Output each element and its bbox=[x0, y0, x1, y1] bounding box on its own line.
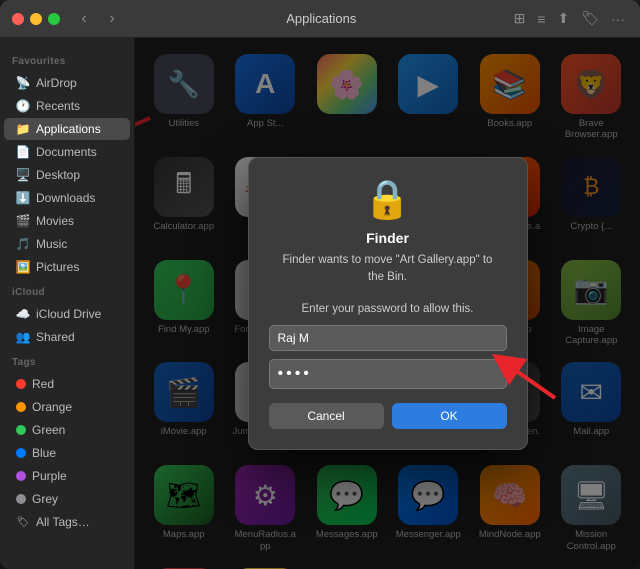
sidebar-item-downloads[interactable]: ⬇️ Downloads bbox=[4, 187, 130, 209]
desktop-icon: 🖥️ bbox=[16, 168, 30, 182]
sidebar-item-tag-blue[interactable]: Blue bbox=[4, 442, 130, 464]
maximize-button[interactable] bbox=[48, 13, 60, 25]
icloud-label: iCloud bbox=[0, 279, 134, 302]
content-area: 🔧 Utilities A App St... 🌸 ▶ 📚 Boo bbox=[135, 38, 640, 569]
downloads-label: Downloads bbox=[36, 191, 95, 205]
lock-icon: 🔒 bbox=[364, 178, 411, 222]
tag-green-label: Green bbox=[32, 423, 65, 437]
more-icon[interactable]: ··· bbox=[608, 8, 628, 30]
ok-button[interactable]: OK bbox=[392, 403, 507, 429]
tag-red-label: Red bbox=[32, 377, 54, 391]
sidebar-item-tag-all[interactable]: 🏷 All Tags… bbox=[4, 511, 130, 533]
sidebar-item-pictures[interactable]: 🖼️ Pictures bbox=[4, 256, 130, 278]
finder-window: ‹ › Applications ⊞ ≡ ⬆ 🏷 ··· Favourites … bbox=[0, 0, 640, 569]
airdrop-icon: 📡 bbox=[16, 76, 30, 90]
tag-grey-label: Grey bbox=[32, 492, 58, 506]
sidebar: Favourites 📡 AirDrop 🕐 Recents 📁 Applica… bbox=[0, 38, 135, 569]
documents-label: Documents bbox=[36, 145, 97, 159]
share-icon[interactable]: ⬆ bbox=[554, 7, 572, 30]
desktop-label: Desktop bbox=[36, 168, 80, 182]
tag-green-dot bbox=[16, 425, 26, 435]
airdrop-label: AirDrop bbox=[36, 76, 77, 90]
downloads-icon: ⬇️ bbox=[16, 191, 30, 205]
window-title: Applications bbox=[132, 11, 511, 26]
tag-purple-label: Purple bbox=[32, 469, 67, 483]
tag-icon[interactable]: 🏷 bbox=[578, 7, 602, 30]
shared-icon: 👥 bbox=[16, 330, 30, 344]
applications-label: Applications bbox=[36, 122, 101, 136]
sidebar-item-tag-red[interactable]: Red bbox=[4, 373, 130, 395]
sidebar-item-desktop[interactable]: 🖥️ Desktop bbox=[4, 164, 130, 186]
traffic-lights bbox=[12, 13, 60, 25]
sidebar-item-music[interactable]: 🎵 Music bbox=[4, 233, 130, 255]
tag-orange-dot bbox=[16, 402, 26, 412]
sidebar-item-icloud-drive[interactable]: ☁️ iCloud Drive bbox=[4, 303, 130, 325]
username-input[interactable] bbox=[269, 325, 507, 351]
minimize-button[interactable] bbox=[30, 13, 42, 25]
back-button[interactable]: ‹ bbox=[72, 7, 96, 31]
auth-modal: 🔒 Finder Finder wants to move "Art Galle… bbox=[248, 157, 528, 449]
view-icon[interactable]: ⊞ bbox=[511, 7, 529, 30]
modal-buttons: Cancel OK bbox=[269, 403, 507, 429]
documents-icon: 📄 bbox=[16, 145, 30, 159]
sidebar-item-applications[interactable]: 📁 Applications bbox=[4, 118, 130, 140]
pictures-label: Pictures bbox=[36, 260, 79, 274]
tag-blue-dot bbox=[16, 448, 26, 458]
sidebar-item-tag-grey[interactable]: Grey bbox=[4, 488, 130, 510]
sort-icon[interactable]: ≡ bbox=[534, 8, 548, 30]
recents-label: Recents bbox=[36, 99, 80, 113]
sidebar-item-shared[interactable]: 👥 Shared bbox=[4, 326, 130, 348]
sidebar-item-airdrop[interactable]: 📡 AirDrop bbox=[4, 72, 130, 94]
tag-blue-label: Blue bbox=[32, 446, 56, 460]
modal-title: Finder bbox=[366, 230, 409, 246]
movies-icon: 🎬 bbox=[16, 214, 30, 228]
tag-orange-label: Orange bbox=[32, 400, 72, 414]
pictures-icon: 🖼️ bbox=[16, 260, 30, 274]
music-icon: 🎵 bbox=[16, 237, 30, 251]
applications-icon: 📁 bbox=[16, 122, 30, 136]
forward-button[interactable]: › bbox=[100, 7, 124, 31]
password-input[interactable] bbox=[269, 359, 507, 389]
toolbar-right: ⊞ ≡ ⬆ 🏷 ··· bbox=[511, 7, 628, 30]
nav-buttons: ‹ › bbox=[72, 7, 124, 31]
title-bar: ‹ › Applications ⊞ ≡ ⬆ 🏷 ··· bbox=[0, 0, 640, 38]
tag-grey-dot bbox=[16, 494, 26, 504]
tag-red-dot bbox=[16, 379, 26, 389]
modal-overlay: 🔒 Finder Finder wants to move "Art Galle… bbox=[135, 38, 640, 569]
main-layout: Favourites 📡 AirDrop 🕐 Recents 📁 Applica… bbox=[0, 38, 640, 569]
icloud-drive-label: iCloud Drive bbox=[36, 307, 101, 321]
modal-prompt: Enter your password to allow this. bbox=[269, 303, 507, 315]
recents-icon: 🕐 bbox=[16, 99, 30, 113]
sidebar-item-tag-purple[interactable]: Purple bbox=[4, 465, 130, 487]
sidebar-item-recents[interactable]: 🕐 Recents bbox=[4, 95, 130, 117]
tag-all-label: All Tags… bbox=[36, 515, 90, 529]
favourites-label: Favourites bbox=[0, 48, 134, 71]
close-button[interactable] bbox=[12, 13, 24, 25]
icloud-drive-icon: ☁️ bbox=[16, 307, 30, 321]
modal-message: Finder wants to move "Art Gallery.app" t… bbox=[283, 252, 493, 284]
modal-header: 🔒 Finder Finder wants to move "Art Galle… bbox=[269, 178, 507, 288]
sidebar-item-tag-green[interactable]: Green bbox=[4, 419, 130, 441]
sidebar-item-tag-orange[interactable]: Orange bbox=[4, 396, 130, 418]
music-label: Music bbox=[36, 237, 67, 251]
tag-purple-dot bbox=[16, 471, 26, 481]
sidebar-item-movies[interactable]: 🎬 Movies bbox=[4, 210, 130, 232]
sidebar-item-documents[interactable]: 📄 Documents bbox=[4, 141, 130, 163]
all-tags-icon: 🏷 bbox=[16, 515, 30, 529]
shared-label: Shared bbox=[36, 330, 75, 344]
cancel-button[interactable]: Cancel bbox=[269, 403, 384, 429]
movies-label: Movies bbox=[36, 214, 74, 228]
tags-label: Tags bbox=[0, 349, 134, 372]
